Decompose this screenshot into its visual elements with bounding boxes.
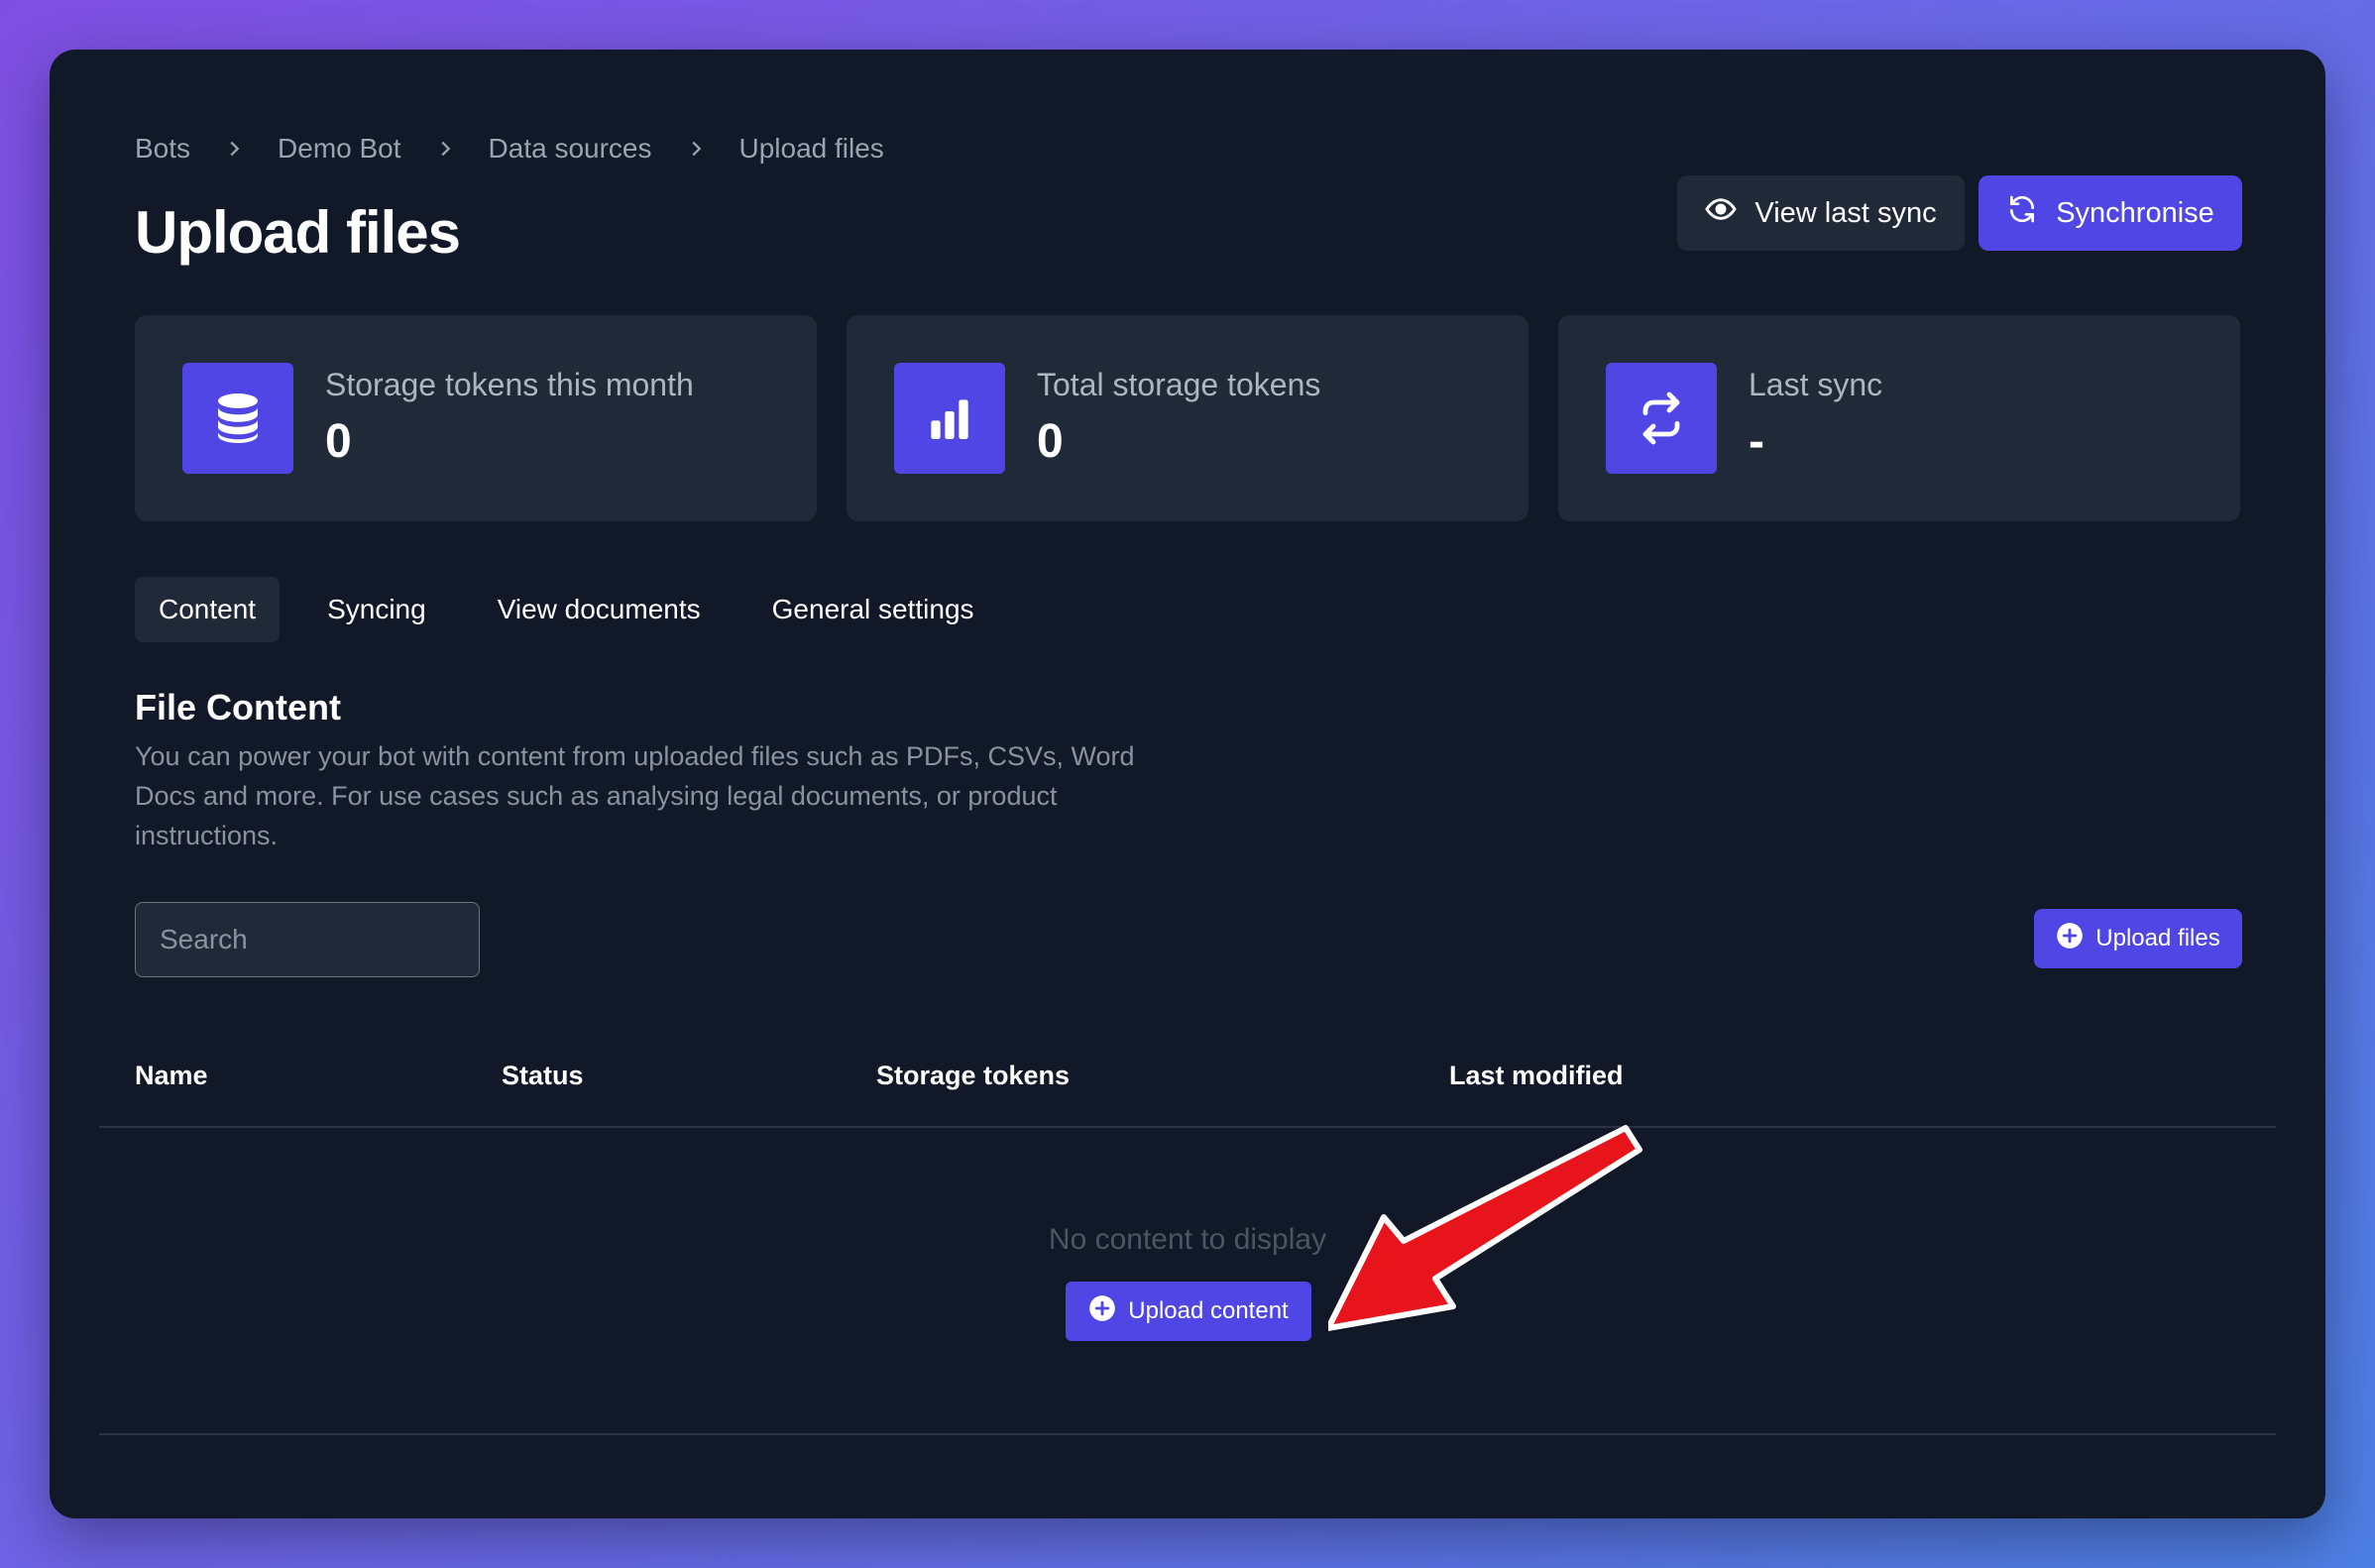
tab-view-documents[interactable]: View documents [474,577,725,642]
chevron-right-icon [401,138,489,160]
breadcrumb-upload-files[interactable]: Upload files [739,133,884,165]
stat-card-last-sync: Last sync - [1558,315,2240,521]
tab-content[interactable]: Content [135,577,281,642]
page-title: Upload files [135,199,461,266]
column-header-last-modified[interactable]: Last modified [1449,1061,1624,1091]
search-input[interactable] [135,902,480,977]
tab-bar: Content Syncing View documents General s… [135,577,998,642]
section-description: You can power your bot with content from… [135,741,1135,850]
breadcrumb-bots[interactable]: Bots [135,133,190,165]
view-last-sync-label: View last sync [1754,196,1937,229]
stat-value: 0 [325,415,352,468]
table-bottom-divider [99,1433,2276,1435]
section-title: File Content [135,687,341,728]
stat-value: - [1749,415,1764,468]
view-last-sync-button[interactable]: View last sync [1677,175,1965,251]
upload-content-button[interactable]: Upload content [1066,1282,1311,1341]
column-header-status[interactable]: Status [502,1061,584,1091]
stat-label: Total storage tokens [1037,367,1321,402]
column-header-storage-tokens[interactable]: Storage tokens [876,1061,1070,1091]
breadcrumb-demo-bot[interactable]: Demo Bot [278,133,401,165]
database-icon [182,363,293,474]
column-header-name[interactable]: Name [135,1061,208,1091]
chevron-right-icon [190,138,278,160]
empty-state-message: No content to display [1048,1223,1327,1256]
plus-circle-icon [2056,922,2084,956]
plus-circle-icon [1088,1294,1116,1329]
stat-card-total-storage: Total storage tokens 0 [847,315,1528,521]
annotation-arrow-icon [1328,1125,1642,1331]
stat-label: Last sync [1749,367,1883,402]
synchronise-button[interactable]: Synchronise [1979,175,2242,251]
upload-files-label: Upload files [2095,925,2220,952]
upload-files-button[interactable]: Upload files [2034,909,2242,968]
sync-icon [1606,363,1717,474]
refresh-icon [2006,193,2038,233]
bar-chart-icon [894,363,1005,474]
tab-general-settings[interactable]: General settings [748,577,998,642]
eye-icon [1705,193,1738,233]
stat-value: 0 [1037,415,1064,468]
stat-card-storage-month: Storage tokens this month 0 [135,315,817,521]
upload-content-label: Upload content [1128,1297,1289,1324]
chevron-right-icon [652,138,739,160]
app-window: Bots Demo Bot Data sources Upload files … [50,50,2325,1518]
tab-syncing[interactable]: Syncing [303,577,450,642]
table-header: Name Status Storage tokens Last modified [99,1057,2276,1128]
breadcrumb: Bots Demo Bot Data sources Upload files [135,124,884,173]
stat-label: Storage tokens this month [325,367,694,402]
breadcrumb-data-sources[interactable]: Data sources [489,133,652,165]
synchronise-label: Synchronise [2056,196,2214,229]
